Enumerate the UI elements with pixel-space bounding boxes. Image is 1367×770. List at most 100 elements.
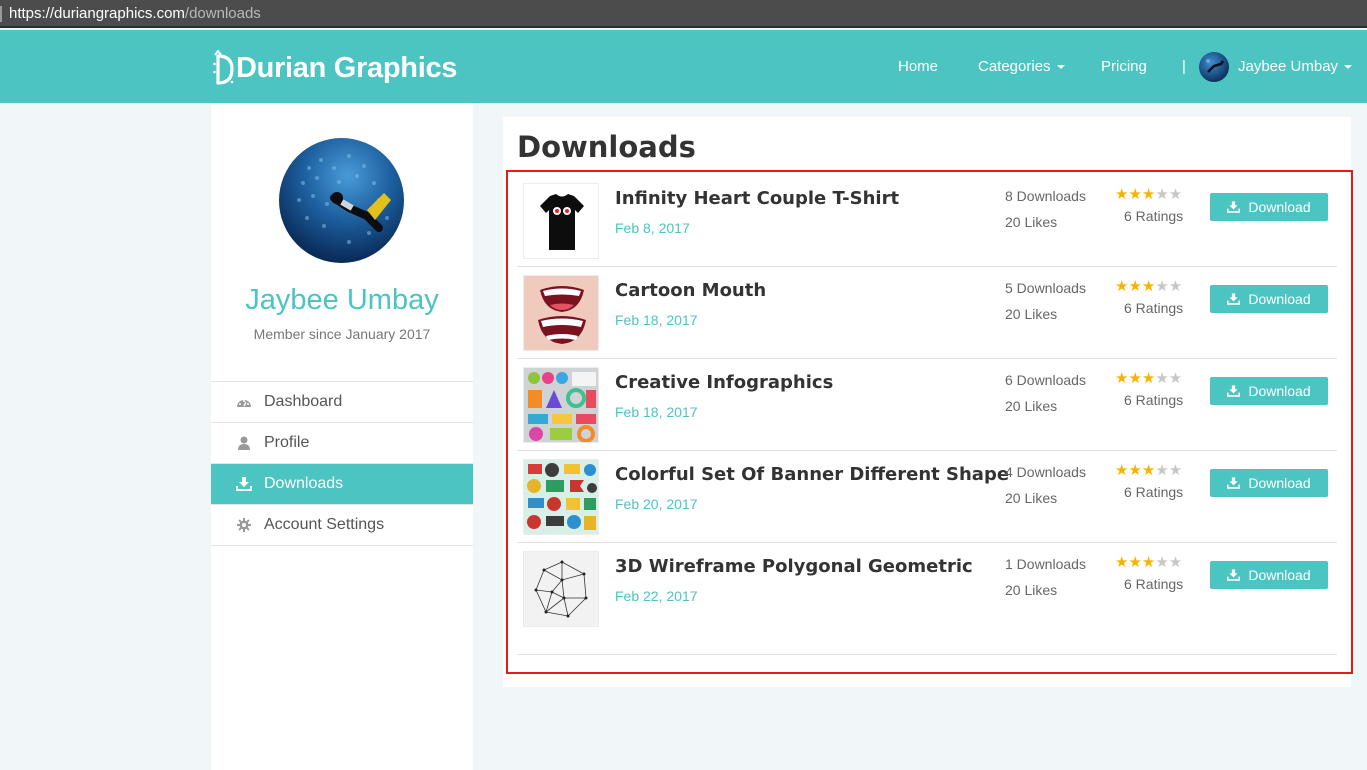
item-downloads: 8 Downloads — [1005, 188, 1086, 204]
item-ratings: 6 Ratings — [1124, 392, 1184, 408]
downloads-list: Infinity Heart Couple T-Shirt Feb 8, 201… — [517, 175, 1337, 655]
item-likes: 20 Likes — [1005, 214, 1058, 230]
item-downloads: 5 Downloads — [1005, 280, 1086, 296]
star-empty-icon: ★★ — [1155, 369, 1183, 387]
star-empty-icon: ★★ — [1155, 277, 1183, 295]
download-button-label: Download — [1248, 567, 1311, 583]
star-filled-icon: ★★★ — [1115, 185, 1156, 203]
url-host: https://duriangraphics.com — [9, 5, 185, 22]
item-date: Feb 20, 2017 — [615, 496, 698, 512]
site-logo[interactable]: Durian Graphics — [212, 48, 457, 88]
item-ratings: 6 Ratings — [1124, 576, 1184, 592]
download-icon — [1227, 569, 1241, 581]
item-downloads: 1 Downloads — [1005, 556, 1086, 572]
item-likes: 20 Likes — [1005, 398, 1058, 414]
avatar — [1199, 51, 1229, 82]
gear-icon — [235, 517, 253, 533]
item-thumbnail[interactable] — [523, 183, 599, 259]
sidebar-item-downloads[interactable]: Downloads — [211, 464, 473, 505]
item-date: Feb 22, 2017 — [615, 588, 698, 604]
sidebar-item-account-settings[interactable]: Account Settings — [211, 505, 473, 546]
download-button[interactable]: Download — [1210, 285, 1328, 313]
nav-separator: | — [1182, 58, 1186, 75]
item-ratings: 6 Ratings — [1124, 300, 1184, 316]
dashboard-icon — [235, 394, 253, 410]
star-filled-icon: ★★★ — [1115, 369, 1156, 387]
brand-name: Durian Graphics — [236, 51, 458, 84]
download-button-label: Download — [1248, 291, 1311, 307]
profile-name: Jaybee Umbay — [245, 284, 439, 316]
list-item: Creative Infographics Feb 18, 2017 6 Dow… — [517, 359, 1337, 451]
star-filled-icon: ★★★ — [1115, 277, 1156, 295]
download-button-label: Download — [1248, 199, 1311, 215]
nav-categories-label: Categories — [978, 58, 1051, 75]
item-downloads: 4 Downloads — [1005, 464, 1086, 480]
sidebar-item-profile[interactable]: Profile — [211, 423, 473, 464]
star-empty-icon: ★★ — [1155, 185, 1183, 203]
site-header: Durian Graphics Home Categories Pricing … — [0, 30, 1367, 103]
star-rating: ★★★★★ — [1115, 461, 1182, 479]
item-title[interactable]: Creative Infographics — [615, 372, 833, 393]
download-button[interactable]: Download — [1210, 377, 1328, 405]
item-date: Feb 18, 2017 — [615, 404, 698, 420]
item-likes: 20 Likes — [1005, 306, 1058, 322]
durian-logo-icon — [212, 49, 234, 86]
sidebar: Jaybee Umbay Member since January 2017 D… — [211, 103, 473, 770]
item-title[interactable]: Colorful Set Of Banner Different Shape — [615, 464, 1009, 485]
nav-pricing[interactable]: Pricing — [1101, 30, 1147, 103]
nav-categories[interactable]: Categories — [978, 30, 1065, 103]
star-filled-icon: ★★★ — [1115, 461, 1156, 479]
list-item: Colorful Set Of Banner Different Shape F… — [517, 451, 1337, 543]
download-icon — [1227, 201, 1241, 213]
download-button[interactable]: Download — [1210, 193, 1328, 221]
item-ratings: 6 Ratings — [1124, 484, 1184, 500]
item-title[interactable]: 3D Wireframe Polygonal Geometric — [615, 556, 973, 577]
item-ratings: 6 Ratings — [1124, 208, 1184, 224]
item-thumbnail[interactable] — [523, 275, 599, 351]
url-path: /downloads — [184, 5, 261, 22]
download-icon — [1227, 477, 1241, 489]
star-rating: ★★★★★ — [1115, 277, 1182, 295]
user-menu[interactable]: Jaybee Umbay — [1199, 30, 1353, 103]
download-button[interactable]: Download — [1210, 469, 1328, 497]
sidebar-item-label: Dashboard — [264, 393, 343, 410]
star-filled-icon: ★★★ — [1115, 553, 1156, 571]
address-bar-edge — [0, 6, 2, 22]
member-since: Member since January 2017 — [253, 326, 431, 342]
sidebar-item-label: Account Settings — [264, 516, 385, 533]
page-title: Downloads — [517, 130, 696, 164]
item-likes: 20 Likes — [1005, 582, 1058, 598]
sidebar-menu: Dashboard Profile Downloads Account Sett… — [211, 381, 473, 546]
item-likes: 20 Likes — [1005, 490, 1058, 506]
nav-home[interactable]: Home — [898, 30, 938, 103]
caret-down-icon — [1344, 64, 1353, 69]
download-button-label: Download — [1248, 383, 1311, 399]
browser-address-bar[interactable]: https://duriangraphics.com/downloads — [0, 0, 1367, 28]
download-icon — [1227, 385, 1241, 397]
item-downloads: 6 Downloads — [1005, 372, 1086, 388]
profile-avatar — [279, 138, 404, 263]
item-title[interactable]: Cartoon Mouth — [615, 280, 766, 301]
item-thumbnail[interactable] — [523, 551, 599, 627]
address-url[interactable]: https://duriangraphics.com/downloads — [9, 5, 261, 22]
item-title[interactable]: Infinity Heart Couple T-Shirt — [615, 188, 899, 209]
star-rating: ★★★★★ — [1115, 553, 1182, 571]
user-icon — [235, 435, 253, 451]
sidebar-item-dashboard[interactable]: Dashboard — [211, 382, 473, 423]
sidebar-item-label: Downloads — [264, 475, 344, 492]
star-rating: ★★★★★ — [1115, 185, 1182, 203]
item-thumbnail[interactable] — [523, 459, 599, 535]
item-date: Feb 8, 2017 — [615, 220, 690, 236]
item-date: Feb 18, 2017 — [615, 312, 698, 328]
download-icon — [1227, 293, 1241, 305]
download-button[interactable]: Download — [1210, 561, 1328, 589]
download-icon — [235, 476, 253, 492]
item-thumbnail[interactable] — [523, 367, 599, 443]
list-item: 3D Wireframe Polygonal Geometric Feb 22,… — [517, 543, 1337, 655]
list-item: Cartoon Mouth Feb 18, 2017 5 Downloads 2… — [517, 267, 1337, 359]
star-empty-icon: ★★ — [1155, 461, 1183, 479]
sidebar-item-label: Profile — [264, 434, 310, 451]
list-item: Infinity Heart Couple T-Shirt Feb 8, 201… — [517, 175, 1337, 267]
caret-down-icon — [1056, 64, 1065, 69]
star-rating: ★★★★★ — [1115, 369, 1182, 387]
